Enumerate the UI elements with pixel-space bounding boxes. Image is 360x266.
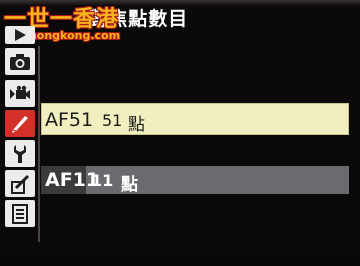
tab-retouch[interactable] (5, 170, 35, 197)
option-unit: 點 (128, 115, 145, 135)
option-code: AF51 (45, 109, 94, 131)
my-menu-icon (11, 203, 29, 224)
screen-bottom-bezel (0, 256, 360, 266)
option-af51[interactable]: AF51 51 點 (41, 103, 349, 135)
pencil-icon (9, 114, 31, 134)
tab-setup[interactable] (5, 140, 35, 167)
sidebar-divider (38, 46, 40, 242)
tab-shooting[interactable] (5, 48, 35, 75)
movie-icon (9, 85, 31, 103)
wrench-icon (10, 144, 30, 164)
option-value: 11 (91, 171, 114, 190)
tab-playback[interactable] (5, 26, 35, 44)
menu-tab-sidebar (0, 26, 40, 266)
camera-icon (9, 53, 31, 71)
tab-custom-settings[interactable] (5, 110, 35, 137)
option-value: 51 (102, 111, 123, 130)
tab-movie[interactable] (5, 80, 35, 107)
tab-my-menu[interactable] (5, 200, 35, 227)
option-unit: 點 (121, 175, 138, 195)
option-af11[interactable]: AF11 11 點 (41, 166, 349, 195)
menu-header: 7對焦點數目 一世一香港 141hongkong.com (0, 0, 360, 42)
camera-menu-screen: 7對焦點數目 一世一香港 141hongkong.com AF51 51 點 A… (0, 0, 360, 266)
retouch-icon (10, 174, 30, 194)
play-icon (13, 29, 27, 41)
